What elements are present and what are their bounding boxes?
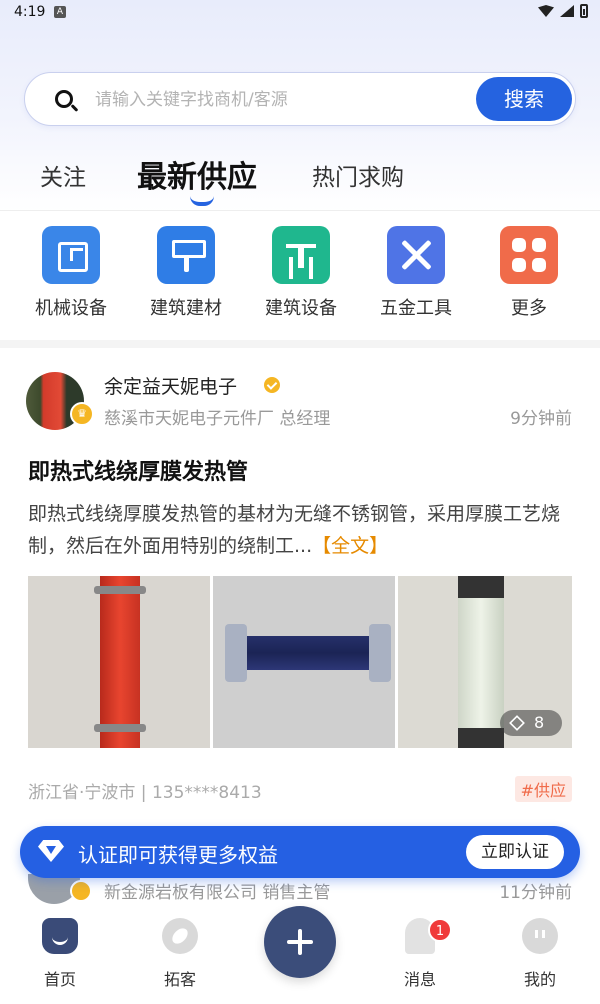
nav-label: 首页 xyxy=(43,970,76,989)
nav-label: 拓客 xyxy=(163,970,196,989)
section-gap xyxy=(0,340,600,348)
diamond-icon xyxy=(38,840,64,862)
image-count-badge: 8 xyxy=(500,710,562,736)
category-label: 五金工具 xyxy=(380,298,452,319)
tools-icon xyxy=(387,226,445,284)
message-count-badge: 1 xyxy=(428,918,452,942)
description-text: 即热式线绕厚膜发热管的基材为无缝不锈钢管，采用厚膜工艺烧制，然后在外面用特别的绕… xyxy=(28,503,561,557)
author-name[interactable]: 余定益天妮电子 xyxy=(104,372,237,399)
author-company: 新金源岩板有限公司 销售主管 xyxy=(104,883,331,903)
post-image[interactable] xyxy=(28,576,210,748)
wifi-icon xyxy=(538,5,554,17)
nav-profile[interactable]: 我的 xyxy=(500,918,580,990)
category-label: 建筑建材 xyxy=(150,298,222,319)
tab-follow[interactable]: 关注 xyxy=(40,158,86,192)
certification-text: 认证即可获得更多权益 xyxy=(78,843,278,867)
system-icons xyxy=(538,4,588,18)
category-construction-equipment[interactable]: 建筑设备 xyxy=(246,222,356,320)
post-images: 8 xyxy=(28,576,572,748)
certification-banner[interactable]: 认证即可获得更多权益 立即认证 xyxy=(20,826,580,878)
category-machinery[interactable]: 机械设备 xyxy=(16,222,126,320)
paint-roller-icon xyxy=(157,226,215,284)
certify-now-button[interactable]: 立即认证 xyxy=(466,835,564,869)
nav-label: 我的 xyxy=(523,970,556,989)
search-bar: 搜索 xyxy=(24,72,576,126)
author-company: 慈溪市天妮电子元件厂 总经理 xyxy=(104,409,331,429)
search-button[interactable]: 搜索 xyxy=(476,77,572,121)
category-hardware-tools[interactable]: 五金工具 xyxy=(361,222,471,320)
status-time: 4:19 xyxy=(14,4,46,20)
feed-post[interactable]: ♛ 余定益天妮电子 慈溪市天妮电子元件厂 总经理 9分钟前 即热式线绕厚膜发热管… xyxy=(0,348,600,818)
search-icon xyxy=(55,90,73,108)
feed-post-next[interactable]: 新金源岩板有限公司 销售主管 11分钟前 xyxy=(0,874,600,904)
machine-icon xyxy=(42,226,100,284)
search-input[interactable] xyxy=(95,86,475,114)
layers-icon xyxy=(509,715,525,731)
profile-icon xyxy=(522,918,558,954)
verified-icon xyxy=(264,377,280,393)
status-bar: 4:19 A xyxy=(0,0,600,26)
compass-icon xyxy=(162,918,198,954)
crown-icon xyxy=(70,880,92,902)
tab-latest-supply[interactable]: 最新供应 xyxy=(137,152,257,196)
post-location-phone: 浙江省·宁波市 | 135****8413 xyxy=(28,783,262,803)
signal-icon xyxy=(560,5,574,17)
post-description[interactable]: 即热式线绕厚膜发热管的基材为无缝不锈钢管，采用厚膜工艺烧制，然后在外面用特别的绕… xyxy=(28,498,572,562)
battery-icon xyxy=(580,4,588,18)
post-image[interactable]: 8 xyxy=(398,576,572,748)
category-label: 建筑设备 xyxy=(265,298,337,319)
home-icon xyxy=(42,918,78,954)
nav-explore[interactable]: 拓客 xyxy=(140,918,220,990)
post-time: 9分钟前 xyxy=(510,409,572,429)
category-label: 机械设备 xyxy=(35,298,107,319)
read-more-link[interactable]: 【全文】 xyxy=(312,535,388,557)
divider xyxy=(0,210,600,211)
category-more[interactable]: 更多 xyxy=(474,222,584,320)
feed-tabs: 关注 最新供应 热门求购 xyxy=(0,150,600,210)
nav-home[interactable]: 首页 xyxy=(20,918,100,990)
post-tag[interactable]: #供应 xyxy=(514,776,572,802)
category-building-materials[interactable]: 建筑建材 xyxy=(131,222,241,320)
post-title[interactable]: 即热式线绕厚膜发热管 xyxy=(28,454,248,486)
crown-icon: ♛ xyxy=(70,402,94,426)
tab-hot-purchase[interactable]: 热门求购 xyxy=(312,158,404,192)
publish-plus-button[interactable] xyxy=(264,906,336,978)
image-count: 8 xyxy=(534,713,545,732)
grid-icon xyxy=(500,226,558,284)
notification-icon: A xyxy=(54,6,66,18)
post-image[interactable] xyxy=(213,576,395,748)
category-label: 更多 xyxy=(511,298,547,319)
nav-label: 消息 xyxy=(403,970,436,989)
category-grid: 机械设备 建筑建材 建筑设备 五金工具 更多 xyxy=(0,222,600,332)
active-tab-indicator xyxy=(190,196,214,206)
post-time: 11分钟前 xyxy=(499,883,572,903)
construction-icon xyxy=(272,226,330,284)
